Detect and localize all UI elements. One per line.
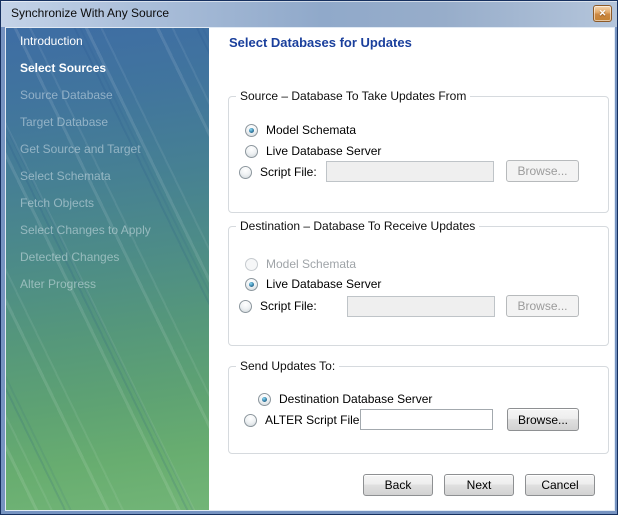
radio-label[interactable]: Script File: bbox=[260, 299, 317, 313]
sidebar-item-alter-progress: Alter Progress bbox=[6, 271, 209, 298]
close-icon: ✕ bbox=[599, 8, 607, 18]
dialog-body: Introduction Select Sources Source Datab… bbox=[5, 27, 615, 511]
dialog-window: Synchronize With Any Source ✕ Introducti… bbox=[0, 0, 618, 515]
sidebar-item-introduction: Introduction bbox=[6, 28, 209, 55]
back-button[interactable]: Back bbox=[363, 474, 433, 496]
option-destination-database-server[interactable]: Destination Database Server bbox=[258, 392, 432, 406]
option-source-script-file[interactable]: Script File: bbox=[239, 165, 317, 179]
radio-label[interactable]: Live Database Server bbox=[266, 277, 381, 291]
radio-destination-model-schemata[interactable] bbox=[245, 258, 258, 271]
sidebar-item-get-source-and-target: Get Source and Target bbox=[6, 136, 209, 163]
wizard-step-list: Introduction Select Sources Source Datab… bbox=[6, 28, 209, 298]
alter-browse-button[interactable]: Browse... bbox=[507, 408, 579, 431]
group-source-database: Source – Database To Take Updates From M… bbox=[228, 96, 609, 213]
option-source-model-schemata[interactable]: Model Schemata bbox=[245, 123, 356, 137]
radio-destination-script-file[interactable] bbox=[239, 300, 252, 313]
sidebar-item-target-database: Target Database bbox=[6, 109, 209, 136]
sidebar-item-select-schemata: Select Schemata bbox=[6, 163, 209, 190]
radio-label[interactable]: Model Schemata bbox=[266, 257, 356, 271]
group-destination-database: Destination – Database To Receive Update… bbox=[228, 226, 609, 346]
group-source-title: Source – Database To Take Updates From bbox=[236, 89, 470, 103]
radio-label[interactable]: Destination Database Server bbox=[279, 392, 432, 406]
group-destination-title: Destination – Database To Receive Update… bbox=[236, 219, 479, 233]
radio-destination-live-database-server[interactable] bbox=[245, 278, 258, 291]
radio-source-script-file[interactable] bbox=[239, 166, 252, 179]
next-button[interactable]: Next bbox=[444, 474, 514, 496]
radio-alter-script-file[interactable] bbox=[244, 414, 257, 427]
window-title: Synchronize With Any Source bbox=[11, 1, 169, 26]
radio-destination-database-server[interactable] bbox=[258, 393, 271, 406]
titlebar[interactable]: Synchronize With Any Source ✕ bbox=[1, 1, 617, 27]
option-alter-script-file[interactable]: ALTER Script File: bbox=[244, 413, 363, 427]
radio-label[interactable]: Live Database Server bbox=[266, 144, 381, 158]
sidebar-item-source-database: Source Database bbox=[6, 82, 209, 109]
option-destination-model-schemata[interactable]: Model Schemata bbox=[245, 257, 356, 271]
alter-script-file-input[interactable] bbox=[360, 409, 493, 430]
sidebar-item-fetch-objects: Fetch Objects bbox=[6, 190, 209, 217]
destination-script-file-input[interactable] bbox=[347, 296, 495, 317]
main-panel: Select Databases for Updates Source – Da… bbox=[209, 28, 614, 510]
radio-source-model-schemata[interactable] bbox=[245, 124, 258, 137]
cancel-button[interactable]: Cancel bbox=[525, 474, 595, 496]
destination-browse-button[interactable]: Browse... bbox=[506, 295, 579, 317]
option-destination-live-database-server[interactable]: Live Database Server bbox=[245, 277, 381, 291]
sidebar-item-detected-changes: Detected Changes bbox=[6, 244, 209, 271]
option-destination-script-file[interactable]: Script File: bbox=[239, 299, 317, 313]
wizard-steps-sidebar: Introduction Select Sources Source Datab… bbox=[6, 28, 209, 510]
radio-label[interactable]: Script File: bbox=[260, 165, 317, 179]
sidebar-item-select-changes-to-apply: Select Changes to Apply bbox=[6, 217, 209, 244]
group-send-updates-to: Send Updates To: Destination Database Se… bbox=[228, 366, 609, 454]
close-button[interactable]: ✕ bbox=[593, 5, 612, 22]
radio-label[interactable]: Model Schemata bbox=[266, 123, 356, 137]
radio-label[interactable]: ALTER Script File: bbox=[265, 413, 363, 427]
source-browse-button[interactable]: Browse... bbox=[506, 160, 579, 182]
source-script-file-input[interactable] bbox=[326, 161, 494, 182]
page-title: Select Databases for Updates bbox=[229, 35, 412, 50]
radio-source-live-database-server[interactable] bbox=[245, 145, 258, 158]
option-source-live-database-server[interactable]: Live Database Server bbox=[245, 144, 381, 158]
group-send-updates-title: Send Updates To: bbox=[236, 359, 339, 373]
sidebar-item-select-sources: Select Sources bbox=[6, 55, 209, 82]
